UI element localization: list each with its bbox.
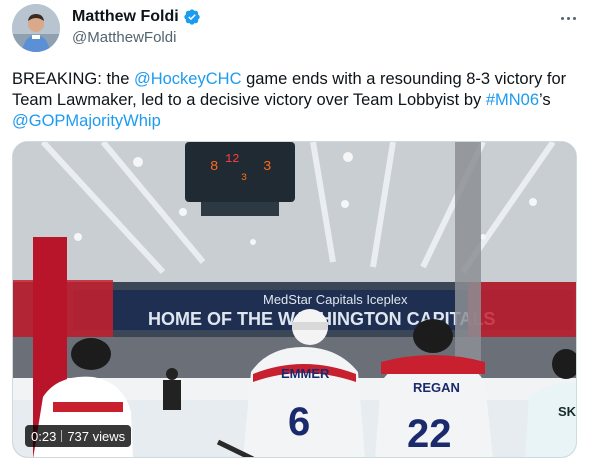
player-1-number: 6 (288, 400, 310, 444)
video-player[interactable]: 8 12 3 3 MedStar Capitals Iceplex HOME O… (12, 141, 577, 458)
arena-banner: MedStar Capitals Iceplex (263, 292, 408, 307)
video-views: 737 views (67, 428, 126, 444)
mention-link[interactable]: @HockeyCHC (134, 70, 242, 88)
player-2-name: REGAN (413, 380, 460, 395)
verified-badge-icon (183, 8, 201, 26)
player-1-name: EMMER (281, 366, 330, 381)
video-frame: 8 12 3 3 MedStar Capitals Iceplex HOME O… (13, 142, 577, 457)
tweet-text-segment: BREAKING: the (12, 70, 134, 88)
video-duration: 0:23 (31, 428, 57, 444)
tweet-text-segment: ’s (539, 91, 551, 109)
tweet: Matthew Foldi @MatthewFoldi BREAKING: th… (0, 0, 593, 468)
scoreboard-away: 3 (263, 159, 271, 175)
more-options-icon[interactable] (556, 8, 580, 28)
scoreboard-period: 3 (241, 173, 247, 184)
scoreboard-home: 8 (210, 159, 218, 175)
avatar[interactable] (12, 4, 60, 52)
scoreboard-center: 12 (225, 152, 239, 166)
video-meta: 0:23 737 views (25, 425, 132, 447)
mention-link[interactable]: @GOPMajorityWhip (12, 112, 161, 130)
player-3-name: SK (558, 404, 577, 419)
player-2-number: 22 (407, 412, 452, 456)
tweet-text: BREAKING: the @HockeyCHC game ends with … (12, 69, 572, 132)
author-name-row: Matthew Foldi (72, 6, 201, 28)
author-display-name[interactable]: Matthew Foldi (72, 8, 179, 26)
author-handle[interactable]: @MatthewFoldi (72, 29, 176, 46)
hashtag-link[interactable]: #MN06 (486, 91, 539, 109)
